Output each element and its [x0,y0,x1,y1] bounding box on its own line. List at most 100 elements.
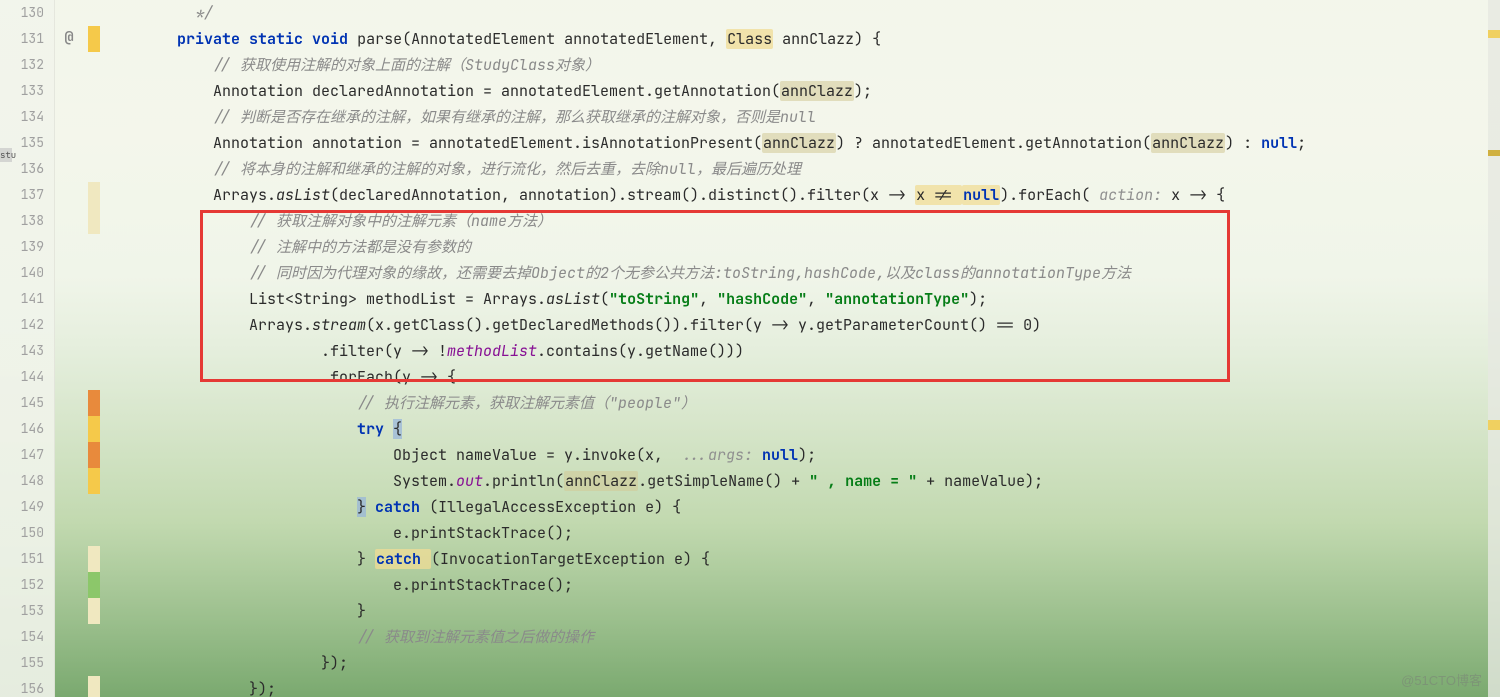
code-line[interactable]: }); [105,676,1500,697]
line-number: 146 [0,416,54,442]
code-token: ) [1032,315,1041,335]
code-line[interactable]: List<String> methodList = Arrays.asList(… [105,286,1500,312]
code-token: null [762,445,798,465]
code-token: Arrays. [249,315,312,335]
line-number: 144 [0,364,54,390]
code-token: Annotation declaredAnnotation = annotate… [213,81,780,101]
code-line[interactable]: .filter(y -> !methodList.contains(y.getN… [105,338,1500,364]
code-token: .forEach(y -> { [321,367,456,387]
code-token: */ [195,3,213,23]
code-token: System. [393,471,456,491]
line-number: 140 [0,260,54,286]
line-number: 133 [0,78,54,104]
code-token: "toString" [609,289,699,309]
code-token: (IllegalAccessException e) { [429,497,681,517]
code-token: // 执行注解元素，获取注解元素值（"people"） [357,393,696,413]
code-line[interactable]: Annotation declaredAnnotation = annotate… [105,78,1500,104]
line-number: 134 [0,104,54,130]
code-token: x != [915,185,962,205]
code-token: } [357,549,375,569]
code-token: void [312,29,357,49]
code-line[interactable]: try { [105,416,1500,442]
code-token: (InvocationTargetException e) { [431,549,710,569]
code-line[interactable]: // 获取到注解元素值之后做的操作 [105,624,1500,650]
line-number: 154 [0,624,54,650]
code-line[interactable]: // 同时因为代理对象的缘故，还需要去掉Object的2个无参公共方法:toSt… [105,260,1500,286]
code-token: ); [854,81,872,101]
code-token: parse(AnnotatedElement annotatedElement, [357,29,726,49]
code-editor[interactable]: 1301311321331341351361371381391401411421… [0,0,1500,697]
code-line[interactable]: // 执行注解元素，获取注解元素值（"people"） [105,390,1500,416]
code-token: ; [1297,133,1306,153]
code-line[interactable]: e.printStackTrace(); [105,572,1500,598]
line-number: 152 [0,572,54,598]
code-line[interactable]: // 获取注解对象中的注解元素（name方法） [105,208,1500,234]
code-token: annClazz [762,133,836,153]
code-token: // 获取注解对象中的注解元素（name方法） [249,211,552,231]
code-token: null [1261,133,1297,153]
code-line[interactable]: } catch (IllegalAccessException e) { [105,494,1500,520]
line-number: 148 [0,468,54,494]
code-token: Annotation annotation = annotatedElement… [213,133,762,153]
code-token: // 获取使用注解的对象上面的注解（StudyClass对象） [213,55,600,75]
code-token: x -> { [1171,185,1225,205]
code-token: }); [249,679,276,697]
line-number: 151 [0,546,54,572]
code-line[interactable]: // 将本身的注解和继承的注解的对象，进行流化，然后去重，去除null，最后遍历… [105,156,1500,182]
code-token: try [357,419,393,439]
scrollbar[interactable] [1488,0,1500,697]
code-line[interactable]: // 注解中的方法都是没有参数的 [105,234,1500,260]
code-token: catch [375,497,429,517]
side-tab-tool[interactable]: stu [0,148,12,162]
code-token: , [807,289,825,309]
code-line[interactable]: // 判断是否存在继承的注解，如果有继承的注解，那么获取继承的注解对象，否则是n… [105,104,1500,130]
code-line[interactable]: Arrays.stream(x.getClass().getDeclaredMe… [105,312,1500,338]
code-line[interactable]: // 获取使用注解的对象上面的注解（StudyClass对象） [105,52,1500,78]
code-line[interactable]: Object nameValue = y.invoke(x, ...args: … [105,442,1500,468]
code-token: // 获取到注解元素值之后做的操作 [357,627,594,647]
code-token: null [962,185,1000,205]
line-number: 138 [0,208,54,234]
code-token: Arrays. [213,185,276,205]
scroll-mark [1488,30,1500,38]
line-number-gutter[interactable]: 1301311321331341351361371381391401411421… [0,0,55,697]
code-line[interactable]: System.out.println(annClazz.getSimpleNam… [105,468,1500,494]
line-number: 142 [0,312,54,338]
code-line[interactable]: } [105,598,1500,624]
code-line[interactable]: e.printStackTrace(); [105,520,1500,546]
line-number: 147 [0,442,54,468]
code-token: 0 [1023,315,1032,335]
code-token: } [357,497,366,517]
override-marker-icon[interactable]: @ [58,26,80,48]
watermark-text: @51CTO博客 [1401,670,1482,689]
code-token: asList [546,289,600,309]
code-token: " , name = " [809,471,917,491]
code-line[interactable]: Arrays.asList(declaredAnnotation, annota… [105,182,1500,208]
code-area[interactable]: */ private static void parse(AnnotatedEl… [55,0,1500,697]
line-number: 132 [0,52,54,78]
code-line[interactable]: private static void parse(AnnotatedEleme… [105,26,1500,52]
code-token: (x.getClass().getDeclaredMethods()).filt… [366,315,1023,335]
code-token: annClazz) { [773,29,881,49]
line-number: 145 [0,390,54,416]
line-number: 130 [0,0,54,26]
code-token: e.printStackTrace(); [393,523,573,543]
code-token: asList [276,185,330,205]
scroll-mark [1488,150,1500,156]
code-token: // 注解中的方法都是没有参数的 [249,237,471,257]
line-number: 153 [0,598,54,624]
line-number: 150 [0,520,54,546]
code-line[interactable]: Annotation annotation = annotatedElement… [105,130,1500,156]
code-line[interactable]: */ [105,0,1500,26]
code-token: methodList [447,341,537,361]
code-token: private [177,29,249,49]
code-token: .println( [483,471,564,491]
code-token: out [456,471,483,491]
code-line[interactable]: } catch (InvocationTargetException e) { [105,546,1500,572]
code-token: Object nameValue = y.invoke(x, [393,445,681,465]
code-token: action: [1099,185,1171,205]
code-line[interactable]: }); [105,650,1500,676]
code-token: ...args: [681,445,762,465]
code-line[interactable]: .forEach(y -> { [105,364,1500,390]
code-token: Class [726,29,773,49]
